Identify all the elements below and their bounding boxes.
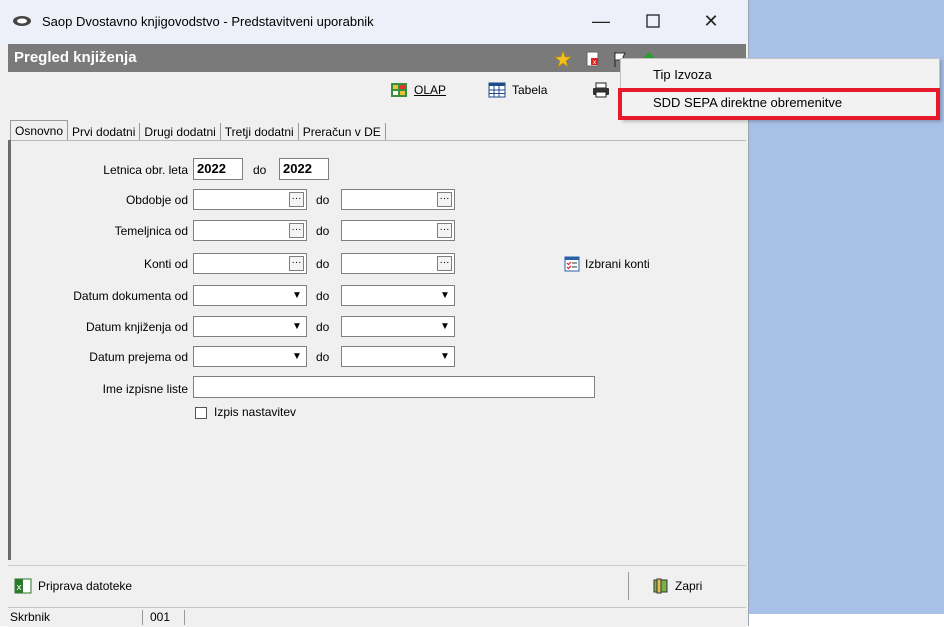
do-label: do (316, 350, 330, 364)
priprava-datoteke-label: Priprava datoteke (38, 579, 133, 593)
tab-prvi-dodatni[interactable]: Prvi dodatni (68, 123, 141, 141)
obdobje-to-input[interactable]: ··· (341, 189, 455, 210)
tab-tretji-dodatni[interactable]: Tretji dodatni (221, 123, 299, 141)
title-bar[interactable]: Saop Dvostavno knjigovodstvo - Predstavi… (0, 0, 748, 44)
zapri-button[interactable]: Zapri (652, 578, 702, 594)
datum-prejema-label: Datum prejema od (89, 350, 188, 364)
dropdown-arrow-icon[interactable]: ▼ (436, 317, 454, 336)
lookup-button[interactable]: ··· (437, 192, 452, 207)
close-book-icon (653, 578, 668, 594)
temeljnica-to-input[interactable]: ··· (341, 220, 455, 241)
tabela-label: Tabela (512, 83, 548, 97)
dropdown-arrow-icon[interactable]: ▼ (288, 347, 306, 366)
do-label: do (316, 257, 330, 271)
checklist-icon (564, 256, 580, 272)
tab-osnovno[interactable]: Osnovno (10, 120, 69, 141)
datum-knjizenja-to-select[interactable]: ▼ (341, 316, 455, 337)
obdobje-label: Obdobje od (125, 193, 188, 207)
status-bar: Skrbnik 001 (8, 607, 746, 627)
status-code: 001 (148, 610, 185, 625)
priprava-datoteke-button[interactable]: x Priprava datoteke (14, 578, 132, 594)
konti-from-input[interactable]: ··· (193, 253, 307, 274)
do-label: do (316, 224, 330, 238)
lookup-button[interactable]: ··· (289, 256, 304, 271)
form-title: Pregled knjiženja (14, 49, 137, 66)
lookup-button[interactable]: ··· (289, 192, 304, 207)
do-label: do (316, 289, 330, 303)
table-icon (488, 82, 506, 98)
tab-strip: Osnovno Prvi dodatni Drugi dodatni Tretj… (10, 117, 386, 141)
ime-izpisne-liste-input[interactable] (193, 376, 595, 398)
status-user: Skrbnik (8, 610, 143, 625)
datum-prejema-to-select[interactable]: ▼ (341, 346, 455, 367)
svg-text:x: x (16, 583, 22, 593)
dropdown-arrow-icon[interactable]: ▼ (436, 286, 454, 305)
lookup-button[interactable]: ··· (437, 223, 452, 238)
dropdown-arrow-icon[interactable]: ▼ (288, 286, 306, 305)
close-icon[interactable]: ✕ (688, 6, 734, 36)
konti-label: Konti od (143, 257, 188, 271)
excel-icon: x (14, 578, 32, 594)
dropdown-arrow-icon[interactable]: ▼ (436, 347, 454, 366)
letnica-to-input[interactable]: 2022 (279, 158, 329, 180)
datum-knjizenja-from-select[interactable]: ▼ (193, 316, 307, 337)
panel-border (8, 140, 11, 560)
izpis-nastavitev-checkbox[interactable] (195, 407, 207, 419)
temeljnica-from-input[interactable]: ··· (193, 220, 307, 241)
minimize-icon[interactable]: — (578, 6, 624, 36)
izpis-nastavitev-label: Izpis nastavitev (214, 405, 297, 419)
temeljnica-label: Temeljnica od (114, 224, 188, 238)
datum-knjizenja-label: Datum knjiženja od (85, 320, 188, 334)
lookup-button[interactable]: ··· (289, 223, 304, 238)
do-label: do (316, 320, 330, 334)
dropdown-arrow-icon[interactable]: ▼ (288, 317, 306, 336)
datum-dokumenta-from-select[interactable]: ▼ (193, 285, 307, 306)
datum-dokumenta-label: Datum dokumenta od (73, 289, 188, 303)
lookup-button[interactable]: ··· (437, 256, 452, 271)
svg-text:x: x (593, 59, 597, 66)
maximize-icon[interactable] (630, 6, 676, 36)
divider (628, 572, 629, 600)
do-label: do (253, 163, 267, 177)
star-icon[interactable] (554, 50, 572, 68)
olap-label: OLAP (414, 83, 447, 97)
tab-drugi-dodatni[interactable]: Drugi dodatni (140, 123, 221, 141)
obdobje-from-input[interactable]: ··· (193, 189, 307, 210)
olap-button[interactable]: OLAP (390, 82, 446, 98)
do-label: do (316, 193, 330, 207)
print-button[interactable] (592, 82, 610, 98)
menu-item-tip-izvoza[interactable]: Tip Izvoza (653, 67, 712, 82)
app-icon (13, 16, 31, 26)
datum-dokumenta-to-select[interactable]: ▼ (341, 285, 455, 306)
delete-doc-icon[interactable]: x (584, 50, 602, 68)
highlight-box (618, 88, 940, 120)
tabela-button[interactable]: Tabela (488, 82, 547, 98)
window-title: Saop Dvostavno knjigovodstvo - Predstavi… (42, 14, 374, 29)
izbrani-konti-label: Izbrani konti (585, 257, 650, 271)
olap-icon (391, 83, 407, 97)
zapri-label: Zapri (675, 579, 703, 593)
printer-icon (593, 82, 609, 98)
letnica-label: Letnica obr. leta (103, 163, 188, 177)
datum-prejema-from-select[interactable]: ▼ (193, 346, 307, 367)
ime-izpisne-liste-label: Ime izpisne liste (102, 382, 188, 396)
tab-preracun-v-de[interactable]: Preračun v DE (299, 123, 386, 141)
bottom-bar: x Priprava datoteke Zapri (8, 565, 746, 606)
toolbar: OLAP Tabela (8, 76, 618, 110)
letnica-from-input[interactable]: 2022 (193, 158, 243, 180)
izbrani-konti-button[interactable]: Izbrani konti (564, 256, 650, 272)
konti-to-input[interactable]: ··· (341, 253, 455, 274)
